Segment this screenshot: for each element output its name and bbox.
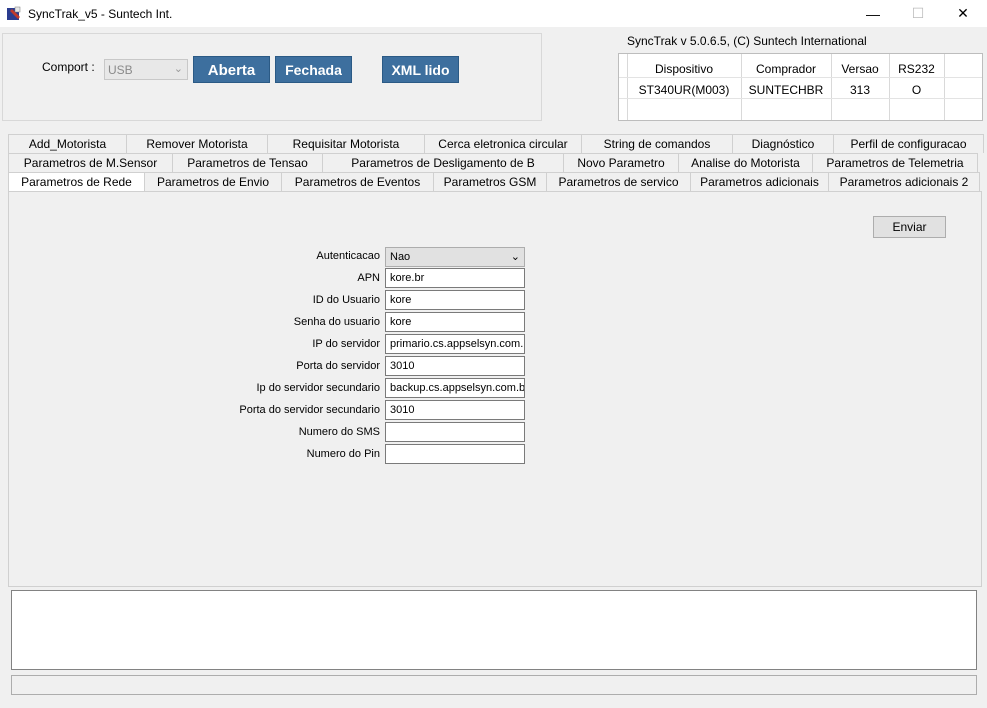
close-port-button[interactable]: Fechada <box>275 56 352 83</box>
tab-row-2: Parametros de M.Sensor Parametros de Ten… <box>8 153 978 172</box>
tab-row-3: Parametros de Rede Parametros de Envio P… <box>8 172 980 191</box>
user-id-label: ID do Usuario <box>312 294 380 306</box>
value-comprador: SUNTECHBR <box>748 83 824 97</box>
status-bar <box>11 675 977 695</box>
value-rs232: O <box>911 83 922 97</box>
tab-msensor[interactable]: Parametros de M.Sensor <box>8 153 173 172</box>
tab-remover-motorista[interactable]: Remover Motorista <box>126 134 268 153</box>
sms-number-label: Numero do SMS <box>298 426 380 438</box>
tab-eventos[interactable]: Parametros de Eventos <box>281 172 434 191</box>
secondary-server-port-label: Porta do servidor secundario <box>239 404 380 416</box>
tab-perfil-configuracao[interactable]: Perfil de configuracao <box>833 134 984 153</box>
header-comprador: Comprador <box>755 62 817 76</box>
tab-servico[interactable]: Parametros de servico <box>546 172 691 191</box>
chevron-down-icon: ⌄ <box>173 63 183 75</box>
connection-group <box>2 33 542 121</box>
secondary-server-ip-label: Ip do servidor secundario <box>256 382 380 394</box>
maximize-button[interactable]: ☐ <box>895 0 941 27</box>
device-info-table: Dispositivo Comprador Versao RS232 ST340… <box>618 53 983 121</box>
auth-value: Nao <box>390 251 411 263</box>
pin-number-label: Numero do Pin <box>306 448 380 460</box>
table-divider <box>619 98 982 99</box>
server-ip-label: IP do servidor <box>312 338 380 350</box>
user-id-input[interactable]: kore <box>385 290 525 310</box>
title-bar: SyncTrak_v5 - Suntech Int. — ☐ ✕ <box>0 0 987 27</box>
tab-diagnostico[interactable]: Diagnóstico <box>732 134 834 153</box>
tab-rede[interactable]: Parametros de Rede <box>8 172 145 191</box>
value-dispositivo: ST340UR(M003) <box>638 83 730 97</box>
comport-select[interactable]: USB ⌄ <box>104 59 188 80</box>
apn-label: APN <box>357 272 380 284</box>
header-versao: Versao <box>841 62 879 76</box>
tab-gsm[interactable]: Parametros GSM <box>433 172 547 191</box>
tab-desligamento[interactable]: Parametros de Desligamento de B <box>322 153 564 172</box>
version-text: SyncTrak v 5.0.6.5, (C) Suntech Internat… <box>627 34 867 48</box>
tab-adicionais[interactable]: Parametros adicionais <box>690 172 829 191</box>
header-rs232: RS232 <box>898 62 935 76</box>
auth-label: Autenticacao <box>316 250 380 262</box>
tab-adicionais-2[interactable]: Parametros adicionais 2 <box>828 172 980 191</box>
log-textarea[interactable] <box>11 590 977 670</box>
server-port-label: Porta do servidor <box>296 360 380 372</box>
tab-envio[interactable]: Parametros de Envio <box>144 172 282 191</box>
tab-row-1: Add_Motorista Remover Motorista Requisit… <box>8 134 984 153</box>
password-label: Senha do usuario <box>293 316 380 328</box>
send-button[interactable]: Enviar <box>873 216 946 238</box>
tab-analise-motorista[interactable]: Analise do Motorista <box>678 153 813 172</box>
tab-telemetria[interactable]: Parametros de Telemetria <box>812 153 978 172</box>
tab-novo-parametro[interactable]: Novo Parametro <box>563 153 679 172</box>
table-divider <box>619 77 982 78</box>
tab-cerca-eletronica[interactable]: Cerca eletronica circular <box>424 134 582 153</box>
server-port-input[interactable]: 3010 <box>385 356 525 376</box>
tab-add-motorista[interactable]: Add_Motorista <box>8 134 127 153</box>
app-icon <box>6 6 22 22</box>
tab-string-comandos[interactable]: String de comandos <box>581 134 733 153</box>
minimize-button[interactable]: — <box>850 0 896 27</box>
xml-read-button[interactable]: XML lido <box>382 56 459 83</box>
secondary-server-ip-input[interactable]: backup.cs.appselsyn.com.b <box>385 378 525 398</box>
header-dispositivo: Dispositivo <box>654 62 714 76</box>
chevron-down-icon: ⌄ <box>510 251 520 263</box>
window-title: SyncTrak_v5 - Suntech Int. <box>28 6 173 21</box>
secondary-server-port-input[interactable]: 3010 <box>385 400 525 420</box>
auth-select[interactable]: Nao ⌄ <box>385 247 525 267</box>
pin-number-input[interactable] <box>385 444 525 464</box>
comport-value: USB <box>108 63 133 77</box>
open-port-button[interactable]: Aberta <box>193 56 270 83</box>
comport-label: Comport : <box>42 60 95 74</box>
password-input[interactable]: kore <box>385 312 525 332</box>
close-button[interactable]: ✕ <box>940 0 986 27</box>
tab-requisitar-motorista[interactable]: Requisitar Motorista <box>267 134 425 153</box>
server-ip-input[interactable]: primario.cs.appselsyn.com. <box>385 334 525 354</box>
apn-input[interactable]: kore.br <box>385 268 525 288</box>
sms-number-input[interactable] <box>385 422 525 442</box>
table-divider <box>944 54 945 120</box>
tab-tensao[interactable]: Parametros de Tensao <box>172 153 323 172</box>
value-versao: 313 <box>849 83 871 97</box>
